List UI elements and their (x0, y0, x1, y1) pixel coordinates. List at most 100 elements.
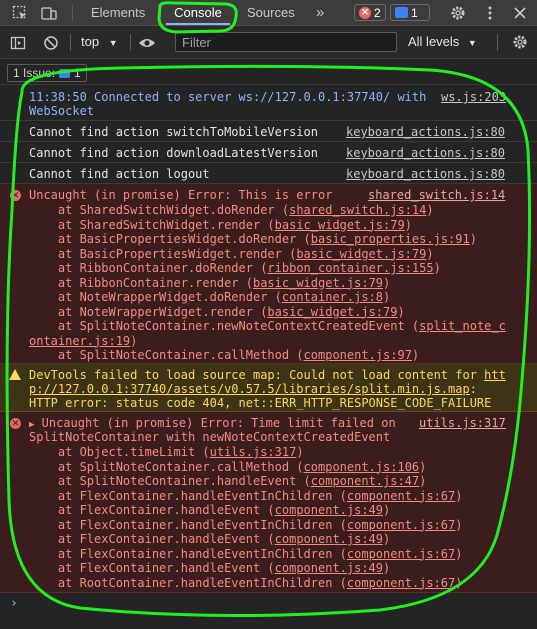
stack-frame: at SplitNoteContainer.callMethod (compon… (29, 460, 426, 474)
source-link[interactable]: keyboard_actions.js:80 (346, 146, 505, 160)
error-headline-continued: SplitNoteContainer with newNoteContextCr… (29, 430, 391, 444)
stack-frame-link[interactable]: component.js:47 (311, 474, 419, 488)
tab-elements[interactable]: Elements (91, 0, 145, 25)
stack-frame: at Object.timeLimit (utils.js:317) (29, 445, 304, 459)
stack-frame-function: at NoteWrapperWidget.doRender ( (29, 290, 282, 304)
stack-frame: at NoteWrapperWidget.render (basic_widge… (29, 305, 405, 319)
error-icon: ✕ (10, 190, 21, 201)
stack-frame-link[interactable]: component.js:67 (347, 547, 455, 561)
devtools-tab-bar: Elements Console Sources » ✕ 2 1 (0, 0, 537, 26)
close-icon[interactable] (511, 4, 529, 22)
stack-frame-function: at FlexContainer.handleEventInChildren ( (29, 517, 347, 532)
stack-frame-function: at SplitNoteContainer.newNoteContextCrea… (29, 319, 420, 333)
stack-frame: at FlexContainer.handleEvent (component.… (29, 503, 390, 517)
error-icon: ✕ (10, 418, 21, 429)
message-text: Cannot find action switchToMobileVersion (29, 125, 318, 139)
source-map-link-continued[interactable]: p://127.0.0.1:37740/assets/v0.57.5/libra… (29, 382, 470, 396)
error-headline-text: Uncaught (in promise) Error: Time limit … (41, 416, 396, 430)
stack-frame-function: at SharedSwitchWidget.doRender ( (29, 203, 290, 217)
active-tab-indicator (166, 23, 230, 25)
stack-frame: at FlexContainer.handleEventInChildren (… (29, 489, 463, 503)
stack-frame-close: ) (383, 290, 391, 304)
stack-frame-function: at FlexContainer.handleEvent ( (29, 561, 275, 575)
stack-frame: at RibbonContainer.render (basic_widget.… (29, 276, 390, 290)
stack-frame-close: ) (433, 261, 441, 275)
stack-frame-link[interactable]: component.js:67 (347, 489, 455, 503)
stack-frame-link[interactable]: component.js:97 (304, 348, 412, 362)
stack-frame-link[interactable]: component.js:67 (347, 518, 455, 532)
stack-frame: at SharedSwitchWidget.doRender (shared_s… (29, 203, 434, 217)
stack-frame-link[interactable]: shared_switch.js:14 (289, 203, 426, 217)
stack-frame-close: ) (455, 546, 463, 561)
message-icon (395, 7, 408, 18)
stack-frame-function: at RibbonContainer.render ( (29, 275, 253, 290)
log-levels-dropdown[interactable]: All levels ▼ (408, 34, 477, 49)
log-levels-value: All levels (408, 34, 460, 49)
stack-frame-link[interactable]: ontainer.js:19 (29, 334, 130, 348)
stack-frame-link[interactable]: split_note_c (419, 319, 506, 333)
stack-frame-link[interactable]: basic_widget.js:79 (275, 218, 405, 232)
stack-frame-link[interactable]: basic_widget.js:79 (267, 305, 397, 319)
issues-label: 1 Issue: (13, 66, 56, 80)
stack-frame-link[interactable]: component.js:49 (275, 503, 383, 517)
stack-frame-link[interactable]: ribbon_container.js:155 (267, 261, 433, 275)
stack-frame: at FlexContainer.handleEvent (component.… (29, 532, 390, 546)
toolbar-divider (70, 34, 71, 51)
stack-frame-close: ) (469, 232, 477, 246)
console-warning-message: DevTools failed to load source map: Coul… (0, 364, 537, 412)
expand-triangle-icon[interactable]: ▶ (29, 420, 34, 430)
stack-frame-link[interactable]: component.js:67 (347, 576, 455, 590)
stack-frame-link[interactable]: component.js:106 (304, 460, 420, 474)
more-tabs-button[interactable]: » (316, 0, 324, 25)
tab-sources[interactable]: Sources (247, 0, 295, 25)
issues-button[interactable]: 1 Issue: 1 (7, 64, 87, 82)
error-icon: ✕ (359, 6, 371, 19)
stack-frame-function: at SplitNoteContainer.callMethod ( (29, 348, 304, 362)
stack-frame-close: ) (455, 488, 463, 503)
source-map-link[interactable]: htt (484, 368, 506, 382)
stack-frame-link[interactable]: utils.js:317 (210, 445, 297, 459)
issue-icon (59, 68, 71, 78)
stack-frame-function: at BasicPropertiesWidget.render ( (29, 246, 297, 261)
issues-count: 1 (74, 66, 81, 80)
sidebar-toggle-icon[interactable] (9, 34, 27, 52)
stack-frame: at NoteWrapperWidget.doRender (container… (29, 290, 390, 304)
stack-frame-link[interactable]: basic_properties.js:91 (311, 232, 470, 246)
stack-frame-close: ) (411, 348, 420, 362)
console-message: Cannot find action switchToMobileVersion… (0, 121, 537, 142)
stack-frame-link[interactable]: basic_widget.js:79 (253, 276, 383, 290)
stack-frame: at FlexContainer.handleEvent (component.… (29, 561, 390, 575)
eye-icon[interactable] (138, 34, 156, 52)
warning-text-line2: p://127.0.0.1:37740/assets/v0.57.5/libra… (29, 382, 477, 396)
context-selector[interactable]: top ▼ (81, 34, 118, 49)
stack-frame-close: ) (296, 445, 304, 459)
stack-frame-link[interactable]: container.js:8 (282, 290, 383, 304)
inspect-element-icon[interactable] (11, 4, 29, 22)
stack-frame-close: ) (404, 217, 412, 232)
message-count: 1 (411, 5, 418, 20)
stack-frame-close: ) (419, 474, 427, 488)
device-toolbar-icon[interactable] (40, 4, 58, 22)
console-prompt[interactable]: › (10, 596, 18, 611)
stack-frame-close: ) (383, 561, 391, 575)
filter-input[interactable] (175, 32, 397, 52)
stack-frame-function: at FlexContainer.handleEventInChildren ( (29, 488, 347, 503)
source-link[interactable]: ws.js:203 (441, 90, 506, 104)
error-count: 2 (374, 5, 381, 20)
gear-icon[interactable] (449, 4, 467, 22)
clear-console-icon[interactable] (42, 34, 60, 52)
tab-console[interactable]: Console (166, 0, 230, 25)
console-error-message: ✕ ▶ Uncaught (in promise) Error: Time li… (0, 412, 537, 593)
source-link[interactable]: shared_switch.js:14 (368, 188, 505, 202)
more-vert-icon[interactable] (481, 4, 499, 22)
source-link[interactable]: keyboard_actions.js:80 (346, 167, 505, 181)
error-count-badge[interactable]: ✕ 2 (354, 4, 386, 21)
chevron-down-icon: ▼ (467, 38, 477, 48)
stack-frame-link[interactable]: component.js:49 (275, 532, 383, 546)
stack-frame-link[interactable]: basic_widget.js:79 (296, 247, 426, 261)
source-link[interactable]: utils.js:317 (419, 416, 506, 430)
console-settings-gear-icon[interactable] (511, 33, 529, 51)
stack-frame-link[interactable]: component.js:49 (275, 561, 383, 575)
message-count-badge[interactable]: 1 (390, 4, 430, 21)
source-link[interactable]: keyboard_actions.js:80 (346, 125, 505, 139)
